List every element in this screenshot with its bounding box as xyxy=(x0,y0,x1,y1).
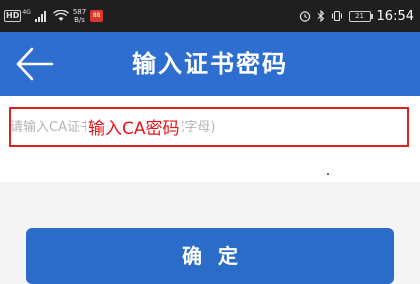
password-form: 输入CA密码 xyxy=(0,96,420,182)
network-type-label: 4G xyxy=(22,9,31,16)
battery-icon: 21 xyxy=(348,10,373,22)
status-right-group: 21 16:54 xyxy=(299,6,414,26)
annotation-label: 输入CA密码 xyxy=(86,119,182,139)
speed-unit: B/s xyxy=(74,16,85,24)
app-notification-icon: 88 xyxy=(90,10,104,22)
wifi-icon xyxy=(52,10,69,21)
hd-badge: HD xyxy=(4,10,22,22)
title-bar: 输入证书密码 xyxy=(0,32,420,96)
alarm-icon xyxy=(299,11,310,22)
network-speed: 587 B/s xyxy=(73,8,86,24)
page-title: 输入证书密码 xyxy=(132,50,288,78)
vibrate-icon xyxy=(331,10,342,22)
confirm-button[interactable]: 确定 xyxy=(26,228,394,284)
status-left-group: HD 4G 587 B/s 88 xyxy=(4,6,104,26)
status-bar: HD 4G 587 B/s 88 21 16:54 xyxy=(0,0,420,32)
bluetooth-icon xyxy=(317,10,324,22)
speed-value: 587 xyxy=(72,8,87,16)
certificate-password-input[interactable] xyxy=(0,114,420,140)
stray-dot xyxy=(327,173,329,175)
signal-icon xyxy=(34,11,46,22)
status-clock: 16:54 xyxy=(376,8,414,24)
